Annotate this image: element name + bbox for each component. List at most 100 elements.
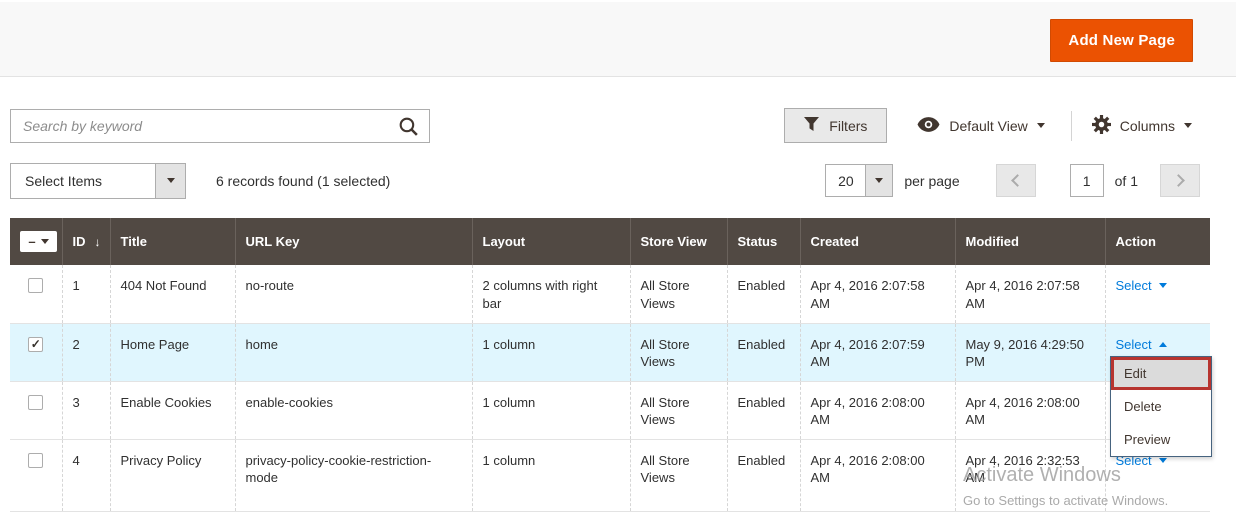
grid-toolbar: Filters Default View (10, 108, 1198, 143)
column-header-store-view[interactable]: Store View (630, 218, 727, 265)
default-view-dropdown[interactable]: Default View (917, 117, 1044, 135)
filter-funnel-icon (804, 117, 819, 134)
table-row-selected: 2 Home Page home 1 column All Store View… (10, 323, 1210, 381)
cell-layout: 1 column (472, 323, 630, 381)
filters-label: Filters (829, 118, 867, 134)
previous-page-button[interactable] (996, 164, 1036, 197)
current-page-input[interactable] (1070, 164, 1104, 197)
toolbar-divider (1071, 111, 1072, 141)
grid-header-row: – ID↓ Title URL Key Layout Store View St… (10, 218, 1210, 265)
cell-status: Enabled (727, 381, 800, 439)
search-input[interactable] (11, 110, 429, 142)
chevron-right-icon (1172, 174, 1185, 187)
eye-icon (917, 117, 940, 135)
row-action-select[interactable]: Select (1116, 277, 1167, 295)
cell-id: 4 (62, 439, 110, 511)
table-row: 1 404 Not Found no-route 2 columns with … (10, 265, 1210, 323)
search-icon[interactable] (397, 115, 420, 141)
row-action-select-open[interactable]: Select (1116, 336, 1167, 354)
cell-url-key: no-route (235, 265, 472, 323)
per-page-label: per page (904, 173, 959, 189)
add-new-page-button[interactable]: Add New Page (1050, 19, 1193, 62)
cell-title: 404 Not Found (110, 265, 235, 323)
row-checkbox[interactable] (28, 395, 43, 410)
mass-action-caret[interactable] (155, 164, 185, 198)
row-checkbox[interactable] (28, 453, 43, 468)
columns-dropdown[interactable]: Columns (1092, 115, 1192, 137)
chevron-down-icon (1159, 283, 1167, 288)
select-all-dropdown[interactable]: – (20, 231, 57, 252)
cell-id: 1 (62, 265, 110, 323)
select-all-header: – (10, 218, 62, 265)
cell-status: Enabled (727, 439, 800, 511)
cell-modified: Apr 4, 2016 2:32:53 AM (955, 439, 1105, 511)
cell-modified: Apr 4, 2016 2:08:00 AM (955, 381, 1105, 439)
cell-status: Enabled (727, 323, 800, 381)
mass-action-dropdown[interactable]: Select Items (10, 163, 186, 199)
table-row: 3 Enable Cookies enable-cookies 1 column… (10, 381, 1210, 439)
gear-icon (1092, 115, 1111, 137)
cell-store-view: All Store Views (630, 265, 727, 323)
filters-button[interactable]: Filters (784, 108, 887, 143)
cell-title: Enable Cookies (110, 381, 235, 439)
row-checkbox-checked[interactable] (28, 337, 43, 352)
cell-layout: 1 column (472, 439, 630, 511)
keyword-search (10, 109, 430, 143)
next-page-button[interactable] (1160, 164, 1200, 197)
chevron-down-icon (1159, 458, 1167, 463)
column-header-layout[interactable]: Layout (472, 218, 630, 265)
per-page-select[interactable]: 20 (825, 164, 893, 197)
chevron-down-icon (875, 178, 883, 183)
column-header-status[interactable]: Status (727, 218, 800, 265)
per-page-caret[interactable] (865, 165, 892, 196)
cell-created: Apr 4, 2016 2:07:59 AM (800, 323, 955, 381)
indeterminate-icon: – (28, 237, 35, 247)
cell-url-key: privacy-policy-cookie-restriction-mode (235, 439, 472, 511)
cell-title: Home Page (110, 323, 235, 381)
page-header-band: Add New Page (0, 2, 1236, 77)
cell-title: Privacy Policy (110, 439, 235, 511)
cell-url-key: enable-cookies (235, 381, 472, 439)
chevron-down-icon (167, 178, 175, 183)
cell-layout: 2 columns with right bar (472, 265, 630, 323)
column-header-action: Action (1105, 218, 1210, 265)
grid-controls-row: Select Items 6 records found (1 selected… (10, 162, 1200, 199)
chevron-down-icon (1037, 123, 1045, 128)
default-view-label: Default View (949, 118, 1027, 134)
cell-layout: 1 column (472, 381, 630, 439)
mass-action-label: Select Items (11, 164, 155, 198)
cms-pages-grid: – ID↓ Title URL Key Layout Store View St… (10, 218, 1210, 512)
column-header-created[interactable]: Created (800, 218, 955, 265)
grid-view-controls: Filters Default View (784, 108, 1198, 143)
menu-item-edit[interactable]: Edit (1111, 357, 1211, 390)
chevron-down-icon (1184, 123, 1192, 128)
column-header-id[interactable]: ID↓ (62, 218, 110, 265)
chevron-up-icon (1159, 342, 1167, 347)
sort-descending-icon: ↓ (95, 235, 101, 249)
per-page-value: 20 (826, 165, 865, 196)
chevron-down-icon (41, 239, 49, 244)
chevron-left-icon (1011, 174, 1024, 187)
cell-url-key: home (235, 323, 472, 381)
column-header-title[interactable]: Title (110, 218, 235, 265)
records-summary: 6 records found (1 selected) (216, 173, 390, 189)
cell-id: 3 (62, 381, 110, 439)
cell-id: 2 (62, 323, 110, 381)
column-header-modified[interactable]: Modified (955, 218, 1105, 265)
cell-store-view: All Store Views (630, 323, 727, 381)
cell-status: Enabled (727, 265, 800, 323)
cell-store-view: All Store Views (630, 381, 727, 439)
column-header-url-key[interactable]: URL Key (235, 218, 472, 265)
cell-created: Apr 4, 2016 2:08:00 AM (800, 381, 955, 439)
menu-item-delete[interactable]: Delete (1111, 390, 1211, 423)
cell-created: Apr 4, 2016 2:07:58 AM (800, 265, 955, 323)
cell-store-view: All Store Views (630, 439, 727, 511)
columns-label: Columns (1120, 118, 1175, 134)
row-checkbox[interactable] (28, 278, 43, 293)
total-pages-label: of 1 (1115, 173, 1138, 189)
table-row: 4 Privacy Policy privacy-policy-cookie-r… (10, 439, 1210, 511)
menu-item-preview[interactable]: Preview (1111, 423, 1211, 456)
row-action-menu: Edit Delete Preview (1110, 356, 1212, 457)
cell-created: Apr 4, 2016 2:08:00 AM (800, 439, 955, 511)
cell-modified: Apr 4, 2016 2:07:58 AM (955, 265, 1105, 323)
